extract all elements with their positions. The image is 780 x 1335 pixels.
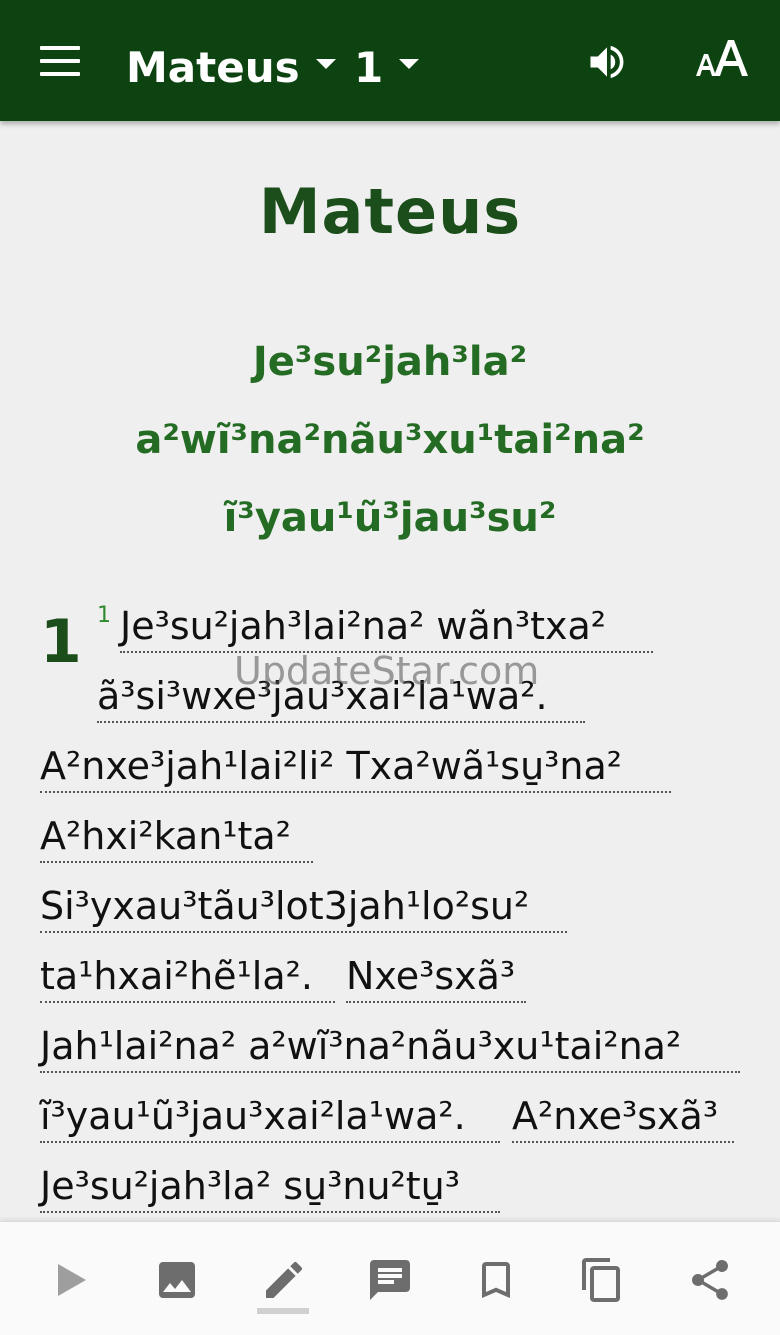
bookmark-icon[interactable] [472,1256,520,1304]
verse-line[interactable]: Je³su²jah³lai²na² wãn³txa² [120,601,653,653]
chapter-number: 1 [40,607,82,677]
verse-number: 1 [97,603,111,628]
share-icon[interactable] [686,1256,734,1304]
section-heading-line-3: ĩ³yau¹ũ³jau³su² [223,495,557,541]
play-icon[interactable] [46,1256,94,1304]
chevron-down-icon [399,59,420,69]
verse-line[interactable]: Si³yxau³tãu³lot3jah¹lo²su² [40,881,567,933]
app-toolbar: Mateus 1 [0,0,780,121]
bottom-action-bar [0,1221,780,1335]
book-selector-label: Mateus [126,43,300,92]
edit-highlight-bar [257,1308,309,1314]
speaker-icon[interactable] [584,40,630,84]
image-icon[interactable] [153,1256,201,1304]
edit-icon[interactable] [260,1256,308,1304]
section-heading-line-2: a²wĩ³na²nãu³xu¹tai²na² [135,417,645,463]
verse-line[interactable]: ĩ³yau¹ũ³jau³xai²la¹wa². [40,1091,500,1143]
scripture-content[interactable]: Mateus Je³su²jah³la² a²wĩ³na²nãu³xu¹tai²… [0,121,780,1221]
book-title: Mateus [258,175,522,248]
chapter-selector[interactable]: 1 [354,38,420,98]
verse-line[interactable]: A²hxi²kan¹ta² [40,811,313,863]
book-selector[interactable]: Mateus [126,38,336,98]
verse-line[interactable]: Jah¹lai²na² a²wĩ³na²nãu³xu¹tai²na² [40,1021,740,1073]
copy-icon[interactable] [578,1256,626,1304]
chevron-down-icon [315,59,336,69]
comment-icon[interactable] [366,1256,414,1304]
verse-line[interactable]: ta¹hxai²hẽ¹la². [40,951,335,1003]
chapter-selector-label: 1 [354,43,384,92]
hamburger-menu-icon[interactable] [38,44,82,78]
verse-line[interactable]: A²nxe³jah¹lai²li² Txa²wã¹su̱³na² [40,741,671,793]
section-heading-line-1: Je³su²jah³la² [252,339,528,385]
text-size-icon[interactable] [692,36,752,84]
verse-line[interactable]: Je³su²jah³la² su̱³nu²tu̱³ [40,1161,500,1213]
verse-line[interactable]: A²nxe³sxã³ [512,1091,734,1143]
watermark: UpdateStar.com [234,649,540,693]
verse-line[interactable]: Nxe³sxã³ [346,951,526,1003]
